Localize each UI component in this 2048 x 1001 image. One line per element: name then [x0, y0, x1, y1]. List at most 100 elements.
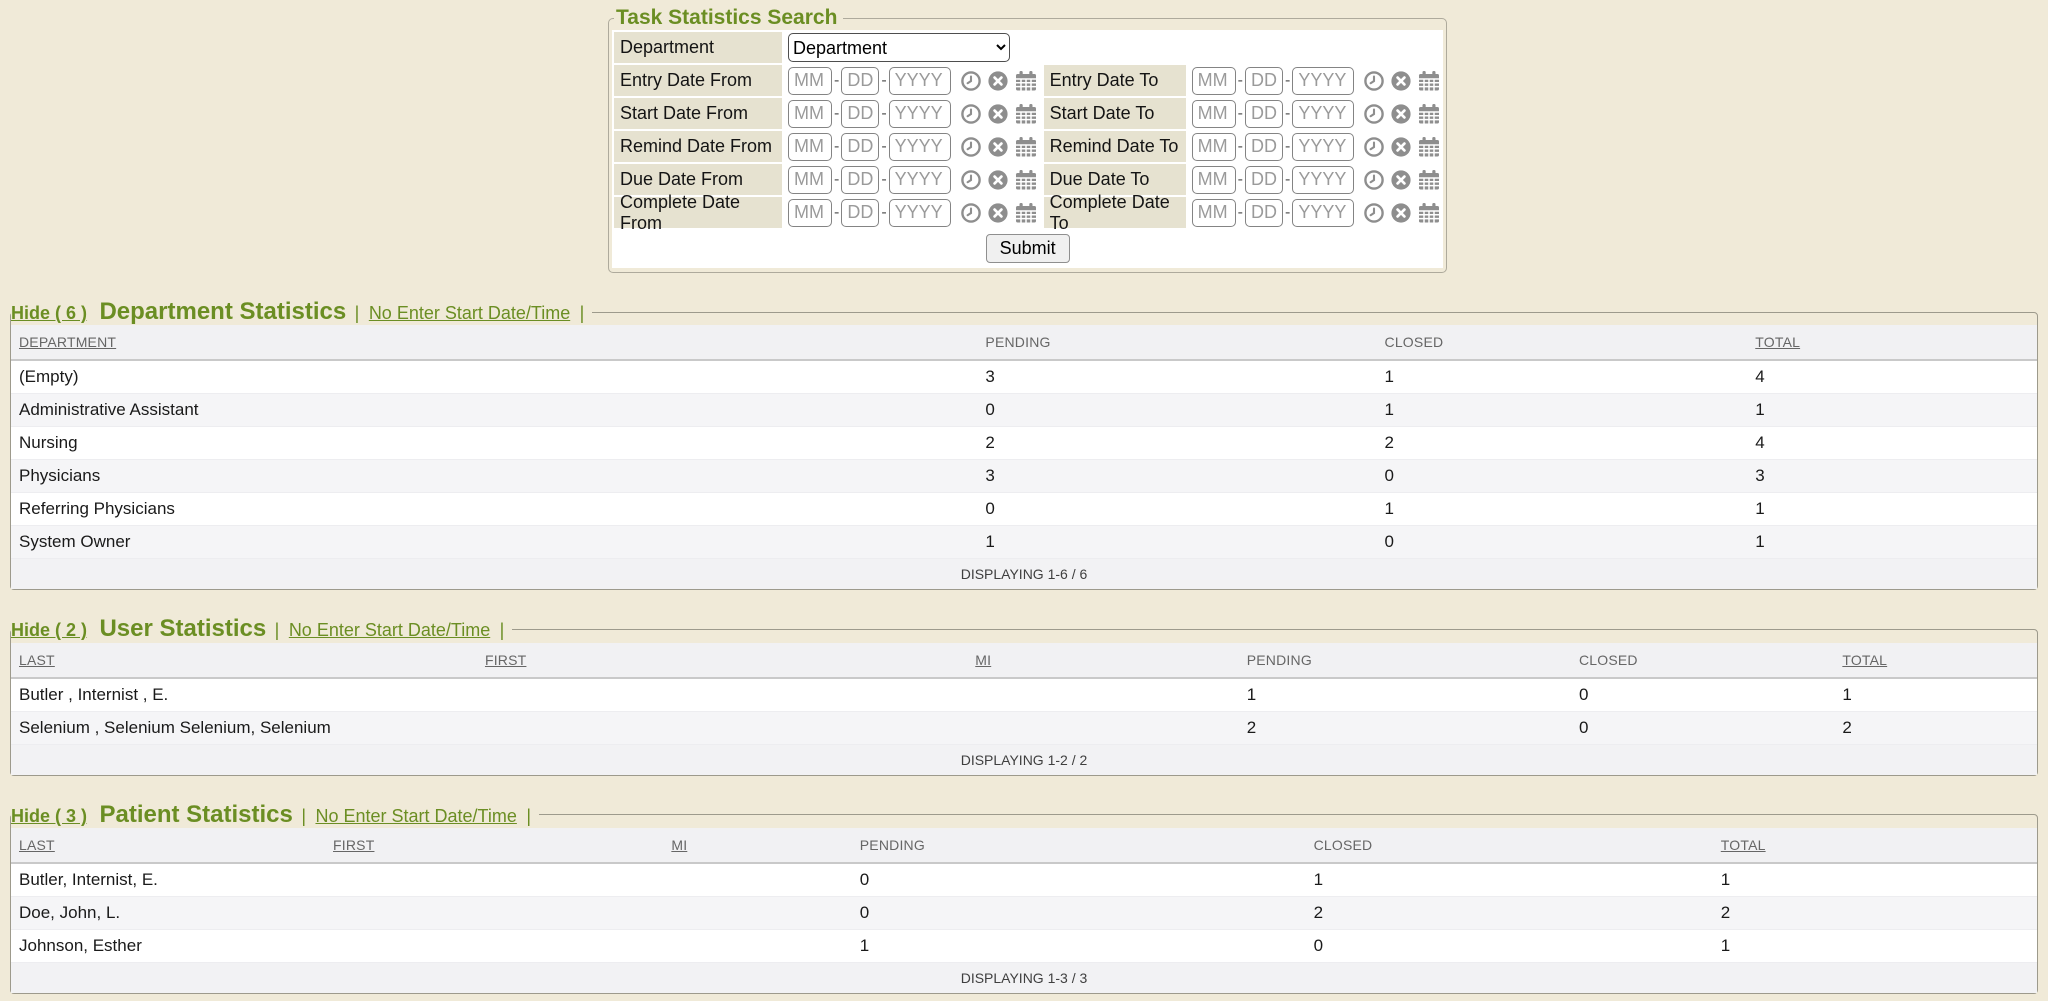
month-input[interactable] — [1192, 100, 1236, 128]
clock-icon[interactable] — [960, 136, 982, 158]
month-input[interactable] — [788, 100, 832, 128]
clear-icon[interactable] — [987, 202, 1009, 224]
table-cell: Referring Physicians — [11, 493, 977, 526]
column-header-department[interactable]: DEPARTMENT — [11, 325, 977, 360]
clock-icon[interactable] — [960, 202, 982, 224]
date-from-label: Start Date From — [614, 98, 782, 129]
date-separator: - — [834, 171, 839, 189]
month-input[interactable] — [788, 166, 832, 194]
year-input[interactable] — [1292, 67, 1354, 95]
section-header: Hide ( 6 ) Department Statistics | No En… — [11, 299, 592, 325]
date-separator: - — [881, 138, 886, 156]
clock-icon[interactable] — [1363, 169, 1385, 191]
month-input[interactable] — [1192, 199, 1236, 227]
clear-icon[interactable] — [987, 70, 1009, 92]
calendar-icon[interactable] — [1014, 70, 1038, 92]
clock-icon[interactable] — [1363, 136, 1385, 158]
calendar-icon[interactable] — [1417, 103, 1441, 125]
month-input[interactable] — [1192, 133, 1236, 161]
submit-button[interactable]: Submit — [986, 234, 1070, 263]
hide-link[interactable]: Hide ( 6 ) — [11, 303, 87, 323]
month-input[interactable] — [788, 67, 832, 95]
day-input[interactable] — [1245, 133, 1283, 161]
month-input[interactable] — [788, 133, 832, 161]
column-header-first[interactable]: FIRST — [477, 643, 967, 678]
day-input[interactable] — [1245, 166, 1283, 194]
day-input[interactable] — [841, 67, 879, 95]
year-input[interactable] — [889, 166, 951, 194]
calendar-icon[interactable] — [1417, 169, 1441, 191]
year-input[interactable] — [889, 133, 951, 161]
clear-icon[interactable] — [987, 103, 1009, 125]
date-separator: - — [1238, 204, 1243, 222]
calendar-icon[interactable] — [1014, 103, 1038, 125]
year-input[interactable] — [1292, 133, 1354, 161]
month-input[interactable] — [1192, 166, 1236, 194]
no-enter-start-date-link[interactable]: No Enter Start Date/Time — [315, 806, 516, 826]
hide-link[interactable]: Hide ( 2 ) — [11, 620, 87, 640]
date-to-label: Complete Date To — [1044, 197, 1186, 228]
department-select[interactable]: Department — [788, 33, 1010, 62]
day-input[interactable] — [841, 100, 879, 128]
clear-icon[interactable] — [987, 169, 1009, 191]
day-input[interactable] — [1245, 67, 1283, 95]
clock-icon[interactable] — [1363, 70, 1385, 92]
year-input[interactable] — [1292, 100, 1354, 128]
table-cell: 4 — [1747, 360, 2037, 394]
hide-link[interactable]: Hide ( 3 ) — [11, 806, 87, 826]
month-input[interactable] — [788, 199, 832, 227]
date-filter-row: Due Date From - - Due Date To - - — [614, 164, 1441, 195]
clear-icon[interactable] — [987, 136, 1009, 158]
clear-icon[interactable] — [1390, 136, 1412, 158]
table-cell: 4 — [1747, 427, 2037, 460]
year-input[interactable] — [889, 199, 951, 227]
month-input[interactable] — [1192, 67, 1236, 95]
column-header-last[interactable]: LAST — [11, 643, 477, 678]
column-header-total[interactable]: TOTAL — [1713, 828, 2037, 863]
column-header-total[interactable]: TOTAL — [1747, 325, 2037, 360]
table-cell: 1 — [852, 930, 1306, 963]
table-cell: (Empty) — [11, 360, 977, 394]
clear-icon[interactable] — [1390, 169, 1412, 191]
date-to-inputs: - - — [1192, 100, 1442, 128]
submit-row: Submit — [614, 233, 1441, 264]
calendar-icon[interactable] — [1417, 136, 1441, 158]
separator-pipe: | — [301, 806, 306, 826]
calendar-icon[interactable] — [1014, 202, 1038, 224]
clock-icon[interactable] — [960, 70, 982, 92]
day-input[interactable] — [841, 166, 879, 194]
column-header-mi[interactable]: MI — [663, 828, 851, 863]
clock-icon[interactable] — [1363, 202, 1385, 224]
year-input[interactable] — [1292, 166, 1354, 194]
column-header-total[interactable]: TOTAL — [1834, 643, 2037, 678]
table-cell: Selenium , Selenium Selenium, Selenium — [11, 711, 477, 744]
column-header-closed: CLOSED — [1571, 643, 1834, 678]
table-cell: 3 — [1747, 460, 2037, 493]
clear-icon[interactable] — [1390, 70, 1412, 92]
calendar-icon[interactable] — [1014, 136, 1038, 158]
year-input[interactable] — [889, 100, 951, 128]
day-input[interactable] — [1245, 199, 1283, 227]
year-input[interactable] — [889, 67, 951, 95]
clock-icon[interactable] — [1363, 103, 1385, 125]
clear-icon[interactable] — [1390, 103, 1412, 125]
date-from-inputs: - - — [788, 166, 1038, 194]
column-header-first[interactable]: FIRST — [325, 828, 663, 863]
column-header-last[interactable]: LAST — [11, 828, 325, 863]
calendar-icon[interactable] — [1417, 70, 1441, 92]
table-cell — [477, 711, 967, 744]
no-enter-start-date-link[interactable]: No Enter Start Date/Time — [369, 303, 570, 323]
no-enter-start-date-link[interactable]: No Enter Start Date/Time — [289, 620, 490, 640]
clock-icon[interactable] — [960, 103, 982, 125]
table-cell: 0 — [977, 493, 1376, 526]
table-cell: 1 — [1239, 678, 1571, 712]
year-input[interactable] — [1292, 199, 1354, 227]
calendar-icon[interactable] — [1014, 169, 1038, 191]
day-input[interactable] — [1245, 100, 1283, 128]
clear-icon[interactable] — [1390, 202, 1412, 224]
day-input[interactable] — [841, 199, 879, 227]
column-header-mi[interactable]: MI — [967, 643, 1238, 678]
clock-icon[interactable] — [960, 169, 982, 191]
day-input[interactable] — [841, 133, 879, 161]
calendar-icon[interactable] — [1417, 202, 1441, 224]
